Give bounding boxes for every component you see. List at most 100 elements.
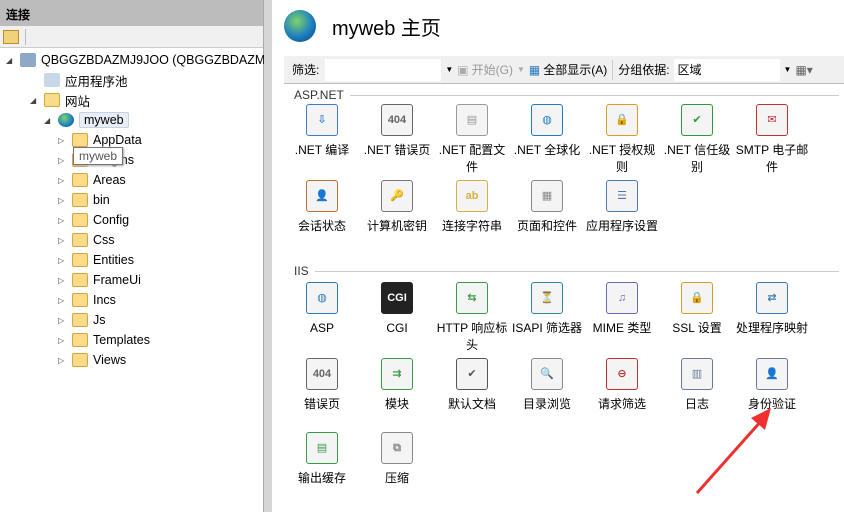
feature-item[interactable]: 👤 身份验证 [734,358,810,413]
expand-icon[interactable]: ▷ [58,296,66,305]
expand-icon[interactable]: ▷ [58,136,66,145]
feature-item[interactable]: 404 .NET 错误页 [359,104,435,159]
tree-node[interactable]: ◢ QBGGZBDAZMJ9JOO (QBGGZBDAZMJ9JOO\ [6,50,308,70]
feature-item[interactable]: ⇆ HTTP 响应标头 [434,282,510,354]
filter-label: 筛选: [292,63,320,77]
collapse-icon[interactable]: ◢ [44,116,52,125]
feature-item[interactable]: ◍ .NET 全球化 [509,104,585,159]
expand-icon[interactable]: ▷ [58,176,66,185]
feature-label: 错误页 [303,397,340,411]
expand-icon[interactable]: ▷ [58,316,66,325]
feature-icon: ▦ [531,180,563,212]
globe-icon [58,113,74,127]
group-by-dropdown-icon[interactable]: ▼ [784,65,792,74]
expand-icon[interactable]: ▷ [58,256,66,265]
tree-node-label: 应用程序池 [65,74,128,89]
folder-icon [72,253,88,267]
feature-item[interactable]: ☰ 应用程序设置 [584,180,660,235]
feature-item[interactable]: CGI CGI [359,282,435,337]
filter-dropdown-icon[interactable]: ▼ [445,65,453,74]
feature-item[interactable]: ⇄ 处理程序映射 [734,282,810,337]
tree-node[interactable]: ▷ Templates [58,330,150,350]
feature-icon: 🔍 [531,358,563,390]
feature-item[interactable]: ab 连接字符串 [434,180,510,235]
tree-node[interactable]: 应用程序池 [30,70,128,90]
feature-item[interactable]: 👤 会话状态 [284,180,360,235]
feature-icon: CGI [381,282,413,314]
feature-icon: ✔ [456,358,488,390]
tree-node[interactable]: ▷ FrameUi [58,270,141,290]
feature-item[interactable]: ◍ ASP [284,282,360,337]
feature-item[interactable]: ⏳ ISAPI 筛选器 [509,282,585,337]
feature-item[interactable]: 🔑 计算机密钥 [359,180,435,235]
folder-icon [72,233,88,247]
tree-node[interactable]: ▷ Css [58,230,115,250]
feature-label: 会话状态 [297,219,346,233]
feature-item[interactable]: ♫ MIME 类型 [584,282,660,337]
server-icon [20,53,36,67]
tree-node-label: Incs [93,293,116,307]
tree-node[interactable]: ▷ Incs [58,290,116,310]
tree-node-label: 网站 [65,94,91,109]
folder-icon [72,293,88,307]
expand-icon[interactable]: ▷ [58,156,66,165]
feature-item[interactable]: ⇩ .NET 编译 [284,104,360,159]
feature-item[interactable]: 🔍 目录浏览 [509,358,585,413]
tree-node[interactable]: ▷ Config [58,210,129,230]
expand-icon[interactable]: ▷ [58,276,66,285]
feature-icon: ◍ [531,104,563,136]
folder-icon [72,213,88,227]
feature-icon: ▤ [306,432,338,464]
folder-icon [72,173,88,187]
tooltip: myweb [73,147,124,165]
tree-node[interactable]: ▷ Areas [58,170,126,190]
collapse-icon[interactable]: ◢ [6,56,14,65]
feature-label: 输出缓存 [297,471,346,485]
filter-input[interactable] [325,58,442,81]
feature-item[interactable]: ✉ SMTP 电子邮件 [734,104,810,176]
view-icon[interactable]: ▦▾ [795,63,812,77]
feature-label: SMTP 电子邮件 [735,143,809,174]
feature-icon: ▤ [456,104,488,136]
sites-folder-icon [44,93,60,107]
feature-label: CGI [386,321,408,335]
expand-icon[interactable]: ▷ [58,196,66,205]
tree-node[interactable]: ▷ Js [58,310,106,330]
feature-item[interactable]: ▥ 日志 [659,358,735,413]
expand-icon[interactable]: ▷ [58,356,66,365]
go-button[interactable]: 开始(G) [472,61,513,78]
go-dropdown-icon[interactable]: ▼ [517,65,525,74]
feature-item[interactable]: ⊖ 请求筛选 [584,358,660,413]
feature-item[interactable]: 🔒 SSL 设置 [659,282,735,337]
feature-item[interactable]: ✔ .NET 信任级别 [659,104,735,176]
group-by-select[interactable]: 区域 [673,58,780,81]
folder-icon [72,313,88,327]
connections-toolbar [0,26,263,48]
feature-item[interactable]: ▤ .NET 配置文件 [434,104,510,176]
expand-icon[interactable]: ▷ [58,216,66,225]
tree-node[interactable]: ◢ 网站 [30,90,90,110]
feature-label: .NET 错误页 [363,143,431,157]
collapse-icon[interactable]: ◢ [30,96,38,105]
feature-item[interactable]: 404 错误页 [284,358,360,413]
tree-node[interactable]: ▷ bin [58,190,110,210]
tree-node[interactable]: ▷ Views [58,350,126,370]
tree-node-label: Css [93,233,115,247]
pane-splitter[interactable] [264,0,272,512]
feature-item[interactable]: ⧉ 压缩 [359,432,435,487]
feature-item[interactable]: ⇉ 模块 [359,358,435,413]
tree-node[interactable]: ◢ myweb [44,110,129,130]
connect-icon[interactable] [3,29,19,44]
feature-label: 处理程序映射 [735,321,808,335]
connections-title: 连接 [0,0,263,26]
feature-item[interactable]: ▤ 输出缓存 [284,432,360,487]
feature-item[interactable]: 🔒 .NET 授权规则 [584,104,660,176]
feature-label: .NET 配置文件 [438,143,506,174]
feature-item[interactable]: ✔ 默认文档 [434,358,510,413]
expand-icon[interactable]: ▷ [58,336,66,345]
tree-node[interactable]: ▷ Entities [58,250,134,270]
expand-icon[interactable]: ▷ [58,236,66,245]
show-all-button[interactable]: 全部显示(A) [543,61,607,78]
feature-item[interactable]: ▦ 页面和控件 [509,180,585,235]
feature-label: 应用程序设置 [585,219,658,233]
